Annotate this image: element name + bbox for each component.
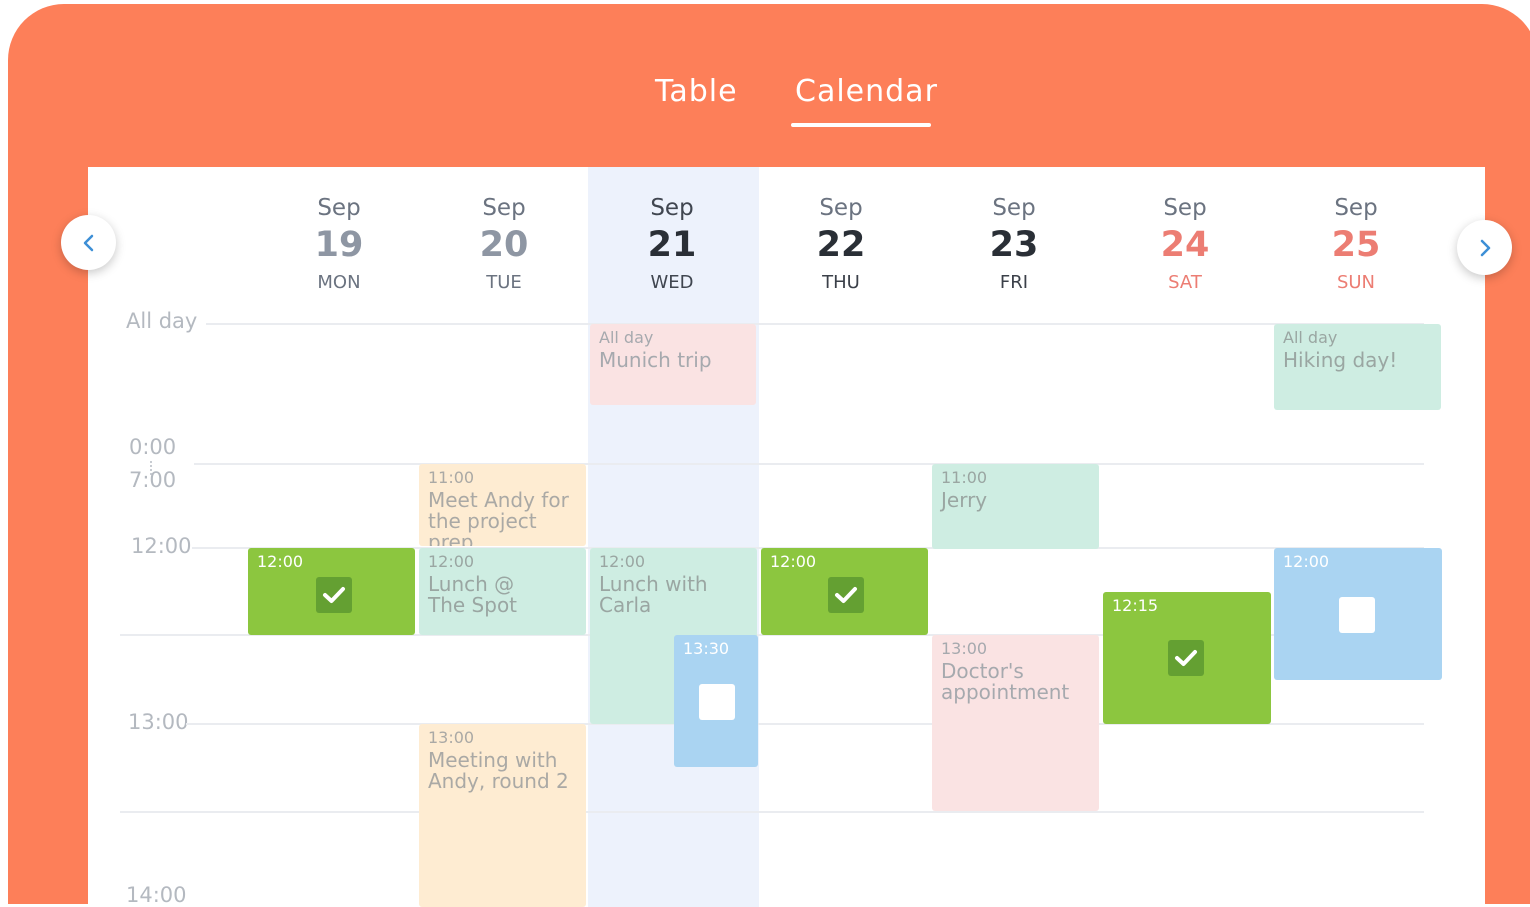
day-weekday: TUE [486,272,522,293]
day-weekday: SUN [1336,272,1376,293]
task-mon-done[interactable]: 12:00 [248,548,415,635]
time-label-all-day: All day [126,309,198,333]
day-header-wed[interactable]: Sep 21 WED [592,195,752,295]
day-weekday: FRI [999,272,1029,293]
day-header-thu[interactable]: Sep 22 THU [761,195,921,295]
event-hiking-day[interactable]: All day Hiking day! [1274,324,1441,410]
day-month: Sep [819,195,863,221]
event-time: 12:00 [428,552,475,571]
chevron-right-icon [1480,239,1490,256]
next-week-button[interactable] [1457,220,1512,275]
event-lunch-spot[interactable]: 12:00 Lunch @ The Spot [419,548,586,635]
tab-table[interactable]: Table [655,74,738,109]
event-jerry[interactable]: 11:00 Jerry [932,464,1099,549]
event-title: Munich trip [599,348,712,372]
day-month: Sep [317,195,361,221]
checkmark-icon[interactable] [316,577,352,613]
day-date: 25 [1331,225,1381,265]
time-label-1400: 14:00 [126,883,187,907]
grid-line-1330 [120,811,1424,813]
day-weekday: WED [650,272,694,293]
day-date: 23 [989,225,1039,265]
day-date: 22 [816,225,866,265]
empty-checkbox-icon[interactable] [1339,597,1375,633]
event-time: 13:00 [941,639,988,658]
day-date: 20 [479,225,529,265]
event-title: Jerry [941,488,988,512]
time-label-0000: 0:00 [129,435,177,459]
event-time: 11:00 [941,468,988,487]
tab-calendar[interactable]: Calendar [795,74,938,109]
day-header-sun[interactable]: Sep 25 SUN [1276,195,1436,295]
event-title: Meet Andy for the project prep [428,488,569,547]
task-sat-done[interactable]: 12:15 [1103,592,1271,724]
empty-checkbox-icon[interactable] [699,684,735,720]
day-month: Sep [1334,195,1378,221]
event-time: 12:00 [770,552,817,571]
day-header-tue[interactable]: Sep 20 TUE [424,195,584,295]
day-month: Sep [1163,195,1207,221]
event-title: Lunch with Carla [599,572,708,617]
event-time: All day [1283,328,1338,347]
task-sun-todo[interactable]: 12:00 [1274,548,1442,680]
event-time: 12:00 [257,552,304,571]
day-weekday: MON [317,272,361,293]
event-title: Hiking day! [1283,348,1398,372]
event-time: 12:00 [599,552,646,571]
event-meeting-andy-2[interactable]: 13:00 Meeting with Andy, round 2 [419,724,586,907]
time-label-1300: 13:00 [128,710,189,734]
grid-line-0700 [194,463,1424,465]
day-month: Sep [650,195,694,221]
grid-line-all-day [206,323,1424,325]
event-munich-trip[interactable]: All day Munich trip [590,324,756,405]
day-header-mon[interactable]: Sep 19 MON [259,195,419,295]
event-title: Doctor's appointment [941,659,1070,704]
event-doctor-appointment[interactable]: 13:00 Doctor's appointment [932,635,1099,811]
event-title: Lunch @ The Spot [428,572,518,617]
event-time: All day [599,328,654,347]
time-label-1200: 12:00 [131,534,192,558]
day-date: 19 [314,225,364,265]
event-time: 12:00 [1283,552,1330,571]
event-time: 13:00 [428,728,475,747]
day-weekday: SAT [1168,272,1202,293]
event-time: 12:15 [1112,596,1159,615]
chevron-left-icon [83,234,93,251]
day-date: 24 [1160,225,1210,265]
checkmark-icon[interactable] [828,577,864,613]
day-month: Sep [992,195,1036,221]
day-date: 21 [647,225,697,265]
day-weekday: THU [822,272,860,293]
calendar-panel: Sep 19 MON Sep 20 TUE Sep 21 WED Sep 22 … [88,167,1485,907]
day-month: Sep [482,195,526,221]
task-thu-done[interactable]: 12:00 [761,548,928,635]
day-header-fri[interactable]: Sep 23 FRI [934,195,1094,295]
event-title: Meeting with Andy, round 2 [428,748,569,793]
event-meet-andy[interactable]: 11:00 Meet Andy for the project prep [419,464,586,546]
event-time: 13:30 [683,639,730,658]
event-time: 11:00 [428,468,475,487]
previous-week-button[interactable] [61,215,116,270]
checkmark-icon[interactable] [1168,640,1204,676]
active-tab-indicator [791,123,931,127]
time-label-0700: 7:00 [129,468,177,492]
task-wed-todo[interactable]: 13:30 [674,635,758,767]
day-header-sat[interactable]: Sep 24 SAT [1105,195,1265,295]
